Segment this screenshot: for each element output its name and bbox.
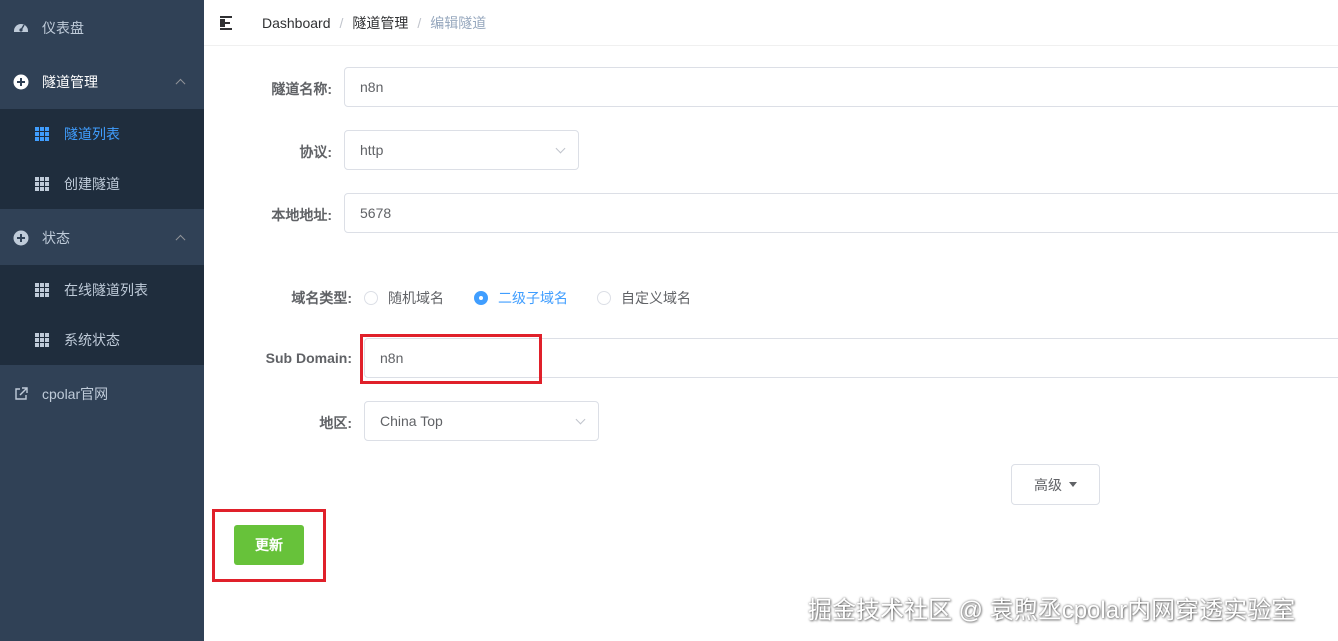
advanced-button[interactable]: 高级 bbox=[1011, 464, 1100, 505]
sidebar-item-status[interactable]: 状态 bbox=[0, 210, 204, 266]
radio-custom-domain[interactable]: 自定义域名 bbox=[597, 288, 691, 308]
top-navbar: Dashboard / 隧道管理 / 编辑隧道 bbox=[204, 0, 1338, 46]
radio-label: 二级子域名 bbox=[498, 290, 568, 306]
radio-circle bbox=[597, 291, 611, 305]
advanced-label: 高级 bbox=[1034, 476, 1062, 493]
breadcrumb-tunnel-management[interactable]: 隧道管理 bbox=[352, 13, 408, 33]
protocol-value: http bbox=[360, 142, 384, 158]
sidebar-item-label: 仪表盘 bbox=[42, 20, 84, 36]
external-link-icon bbox=[13, 386, 29, 402]
sub-domain-value: n8n bbox=[380, 350, 404, 366]
tunnel-name-label: 隧道名称: bbox=[271, 81, 332, 97]
sidebar: 仪表盘 隧道管理 隧道列表 创建隧道 状态 在线隧道列表 系统状态 cpolar… bbox=[0, 0, 204, 641]
radio-label: 随机域名 bbox=[388, 290, 444, 306]
radio-circle bbox=[364, 291, 378, 305]
sidebar-item-label: 隧道列表 bbox=[64, 126, 120, 142]
sidebar-item-online-tunnels[interactable]: 在线隧道列表 bbox=[0, 265, 204, 315]
radio-random-domain[interactable]: 随机域名 bbox=[364, 288, 444, 308]
sidebar-item-create-tunnel[interactable]: 创建隧道 bbox=[0, 159, 204, 209]
local-address-label: 本地地址: bbox=[271, 207, 332, 223]
local-address-value: 5678 bbox=[360, 205, 392, 221]
radio-circle bbox=[474, 291, 488, 305]
sub-domain-input[interactable]: n8n bbox=[364, 338, 1338, 378]
sidebar-item-label: 系统状态 bbox=[64, 332, 120, 348]
chevron-down-icon bbox=[555, 143, 566, 154]
grid-icon bbox=[34, 332, 50, 348]
hamburger-menu-icon[interactable] bbox=[220, 15, 238, 30]
chevron-up-icon bbox=[175, 78, 186, 89]
local-address-input[interactable]: 5678 bbox=[344, 193, 1338, 233]
breadcrumb-separator: / bbox=[339, 14, 344, 31]
sidebar-item-tunnel-management[interactable]: 隧道管理 bbox=[0, 54, 204, 110]
sidebar-item-label: 状态 bbox=[42, 230, 70, 246]
sidebar-item-label: 创建隧道 bbox=[64, 176, 120, 192]
sidebar-item-label: 在线隧道列表 bbox=[64, 282, 148, 298]
sidebar-item-label: 隧道管理 bbox=[42, 74, 98, 90]
sidebar-item-tunnel-list[interactable]: 隧道列表 bbox=[0, 109, 204, 159]
radio-label: 自定义域名 bbox=[621, 290, 691, 306]
sub-domain-label: Sub Domain: bbox=[265, 350, 352, 366]
sidebar-item-dashboard[interactable]: 仪表盘 bbox=[0, 0, 204, 56]
watermark: 掘金技术社区 @ 袁煦丞cpolar内网穿透实验室 bbox=[808, 597, 1296, 624]
update-label: 更新 bbox=[255, 537, 283, 553]
sidebar-item-cpolar-website[interactable]: cpolar官网 bbox=[0, 366, 204, 422]
domain-type-label: 域名类型: bbox=[291, 290, 352, 306]
chevron-down-icon bbox=[575, 414, 586, 425]
dashboard-icon bbox=[13, 20, 29, 36]
grid-icon bbox=[34, 126, 50, 142]
caret-down-icon bbox=[1069, 482, 1077, 487]
tunnel-name-input[interactable]: n8n bbox=[344, 67, 1338, 107]
breadcrumb-dashboard[interactable]: Dashboard bbox=[262, 15, 331, 31]
sidebar-item-system-status[interactable]: 系统状态 bbox=[0, 315, 204, 365]
region-label: 地区: bbox=[319, 415, 352, 431]
breadcrumb-separator: / bbox=[417, 14, 422, 31]
region-value: China Top bbox=[380, 413, 443, 429]
chevron-up-icon bbox=[175, 234, 186, 245]
sidebar-item-label: cpolar官网 bbox=[42, 386, 109, 402]
protocol-select[interactable]: http bbox=[344, 130, 579, 170]
protocol-label: 协议: bbox=[299, 144, 332, 160]
update-button[interactable]: 更新 bbox=[234, 525, 304, 565]
grid-icon bbox=[34, 282, 50, 298]
grid-icon bbox=[34, 176, 50, 192]
plus-circle-icon bbox=[13, 74, 29, 90]
region-select[interactable]: China Top bbox=[364, 401, 599, 441]
tunnel-name-value: n8n bbox=[360, 79, 384, 95]
plus-circle-icon bbox=[13, 230, 29, 246]
breadcrumb-current: 编辑隧道 bbox=[430, 14, 487, 31]
radio-subdomain[interactable]: 二级子域名 bbox=[474, 288, 568, 308]
breadcrumb: Dashboard / 隧道管理 / 编辑隧道 bbox=[262, 13, 486, 33]
